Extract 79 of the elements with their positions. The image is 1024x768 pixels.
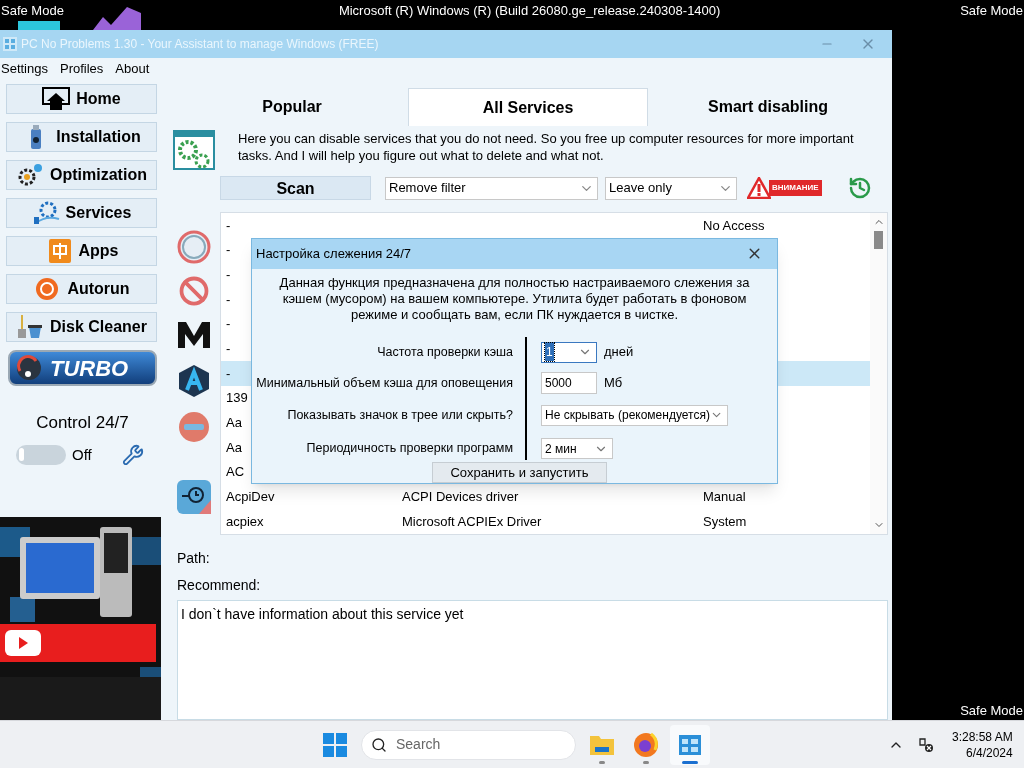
field-label: Частота проверки кэша	[377, 343, 513, 361]
input-field[interactable]: 5000	[541, 372, 597, 394]
app-window-icon	[678, 732, 702, 757]
field-label: Показывать значок в трее или скрыть?	[287, 406, 513, 424]
app-logo-icon	[3, 37, 17, 51]
dialog-title: Настройка слежения 24/7	[256, 245, 412, 263]
gear-icon	[16, 163, 45, 187]
broom-bucket-icon	[16, 315, 45, 339]
dialog-description: Данная функция предназначена для полностью настраиваемого слежения за кэшем (мусором) на вашем компьютере. Утилита будет работать в фоновом режиме и сообщать вам, если ПК нуждается в чистке.	[278, 274, 751, 323]
network-disconnected-icon[interactable]	[918, 736, 934, 753]
menu-item[interactable]: Settings	[1, 59, 48, 79]
history-icon[interactable]	[847, 176, 872, 200]
table-cell: acpiex	[226, 513, 264, 529]
gauge-icon	[16, 355, 42, 381]
safe-mode-label: Safe Mode	[960, 2, 1024, 20]
table-cell: Microsoft ACPIEx Driver	[402, 513, 542, 529]
field-label: Периодичность проверки программ	[306, 440, 513, 458]
toggle-switch[interactable]	[16, 444, 66, 465]
minus-circle-icon[interactable]	[176, 410, 211, 444]
table-cell: System	[703, 513, 747, 529]
table-cell: No Access	[703, 217, 765, 233]
build-label: Microsoft (R) Windows (R) (Build 26080.ge_release.240308-1400)	[338, 2, 721, 20]
leave-only-dropdown[interactable]: Leave only	[605, 176, 737, 200]
browser-icon	[633, 731, 659, 758]
scan-button[interactable]: Scan	[220, 176, 371, 200]
gear-hand-icon	[31, 201, 60, 225]
windows-logo-icon[interactable]	[323, 732, 347, 757]
window-title: PC No Problems 1.30 - Your Assistant to manage Windows (FREE)	[21, 36, 379, 53]
table-cell: Manual	[703, 489, 746, 505]
description-text: Here you can disable services that you do not need. So you free up computer resources for more important tasks. And I will help you figure out what to delete and what not.	[237, 130, 855, 165]
nav-button[interactable]: Autorun	[6, 274, 157, 304]
table-row[interactable]: AcpiDev ACPI Devices driver Manual	[221, 484, 870, 510]
tab[interactable]: Popular	[176, 88, 408, 126]
menu-item[interactable]: About	[115, 59, 150, 79]
nav-button[interactable]: Optimization	[6, 160, 157, 190]
scroll-thumb[interactable]	[874, 231, 883, 249]
nav-button[interactable]: Services	[6, 198, 157, 228]
nav-button[interactable]: Installation	[6, 122, 157, 152]
dropdown-field[interactable]: 1	[541, 341, 597, 363]
control-title: Control 24/7	[35, 412, 130, 434]
prohibited-icon[interactable]	[178, 276, 209, 306]
table-cell: -	[226, 217, 231, 233]
search-icon	[371, 736, 387, 753]
save-start-button[interactable]: Сохранить и запустить	[432, 461, 607, 483]
table-cell: AcpiDev	[226, 489, 275, 505]
field-label: Минимальный объем кэша для оповещения	[256, 374, 513, 392]
table-row[interactable]: acpiex Microsoft ACPIEx Driver System	[221, 509, 870, 534]
scrollbar[interactable]	[870, 213, 887, 534]
filter-dropdown[interactable]: Remove filter	[385, 176, 598, 200]
warning-icon	[747, 177, 771, 199]
home-icon	[42, 87, 71, 111]
dropdown-field[interactable]: 2 мин	[541, 438, 613, 459]
desktop-icon[interactable]	[18, 20, 60, 30]
search-field[interactable]: Search	[361, 729, 576, 760]
table-row[interactable]: - No Access	[221, 213, 870, 238]
nav-button[interactable]: Disk Cleaner	[6, 312, 157, 342]
turbo-button[interactable]: TURBO	[8, 350, 157, 386]
tools-icon[interactable]	[121, 443, 144, 466]
a-logo-icon[interactable]	[176, 364, 211, 398]
path-label: Path:	[176, 549, 211, 568]
clock-date[interactable]: 6/4/2024	[966, 744, 1013, 761]
dropdown-field[interactable]: Не скрывать (рекомендуется)	[541, 404, 728, 426]
tab[interactable]: Smart disabling	[648, 88, 888, 126]
recommendation-box[interactable]: I don`t have information about this service yet	[177, 600, 888, 720]
table-cell: -	[226, 365, 231, 381]
unit-label: Мб	[604, 374, 623, 393]
safe-mode-label: Safe Mode	[960, 701, 1024, 720]
clock-time[interactable]: 3:28:58 AM	[952, 728, 1013, 745]
toggle-label: Off	[72, 444, 92, 465]
table-cell: ACPI Devices driver	[402, 489, 519, 505]
settings-window-icon	[172, 130, 215, 170]
stop-icon[interactable]	[176, 230, 211, 264]
menu-item[interactable]: Profiles	[60, 59, 104, 79]
taskbar-app[interactable]	[670, 724, 710, 765]
tab[interactable]: All Services	[408, 88, 648, 126]
recommend-label: Recommend:	[176, 576, 262, 595]
nav-button[interactable]: Home	[6, 84, 157, 114]
nav-button[interactable]: Apps	[6, 236, 157, 266]
unit-label: дней	[604, 343, 634, 362]
